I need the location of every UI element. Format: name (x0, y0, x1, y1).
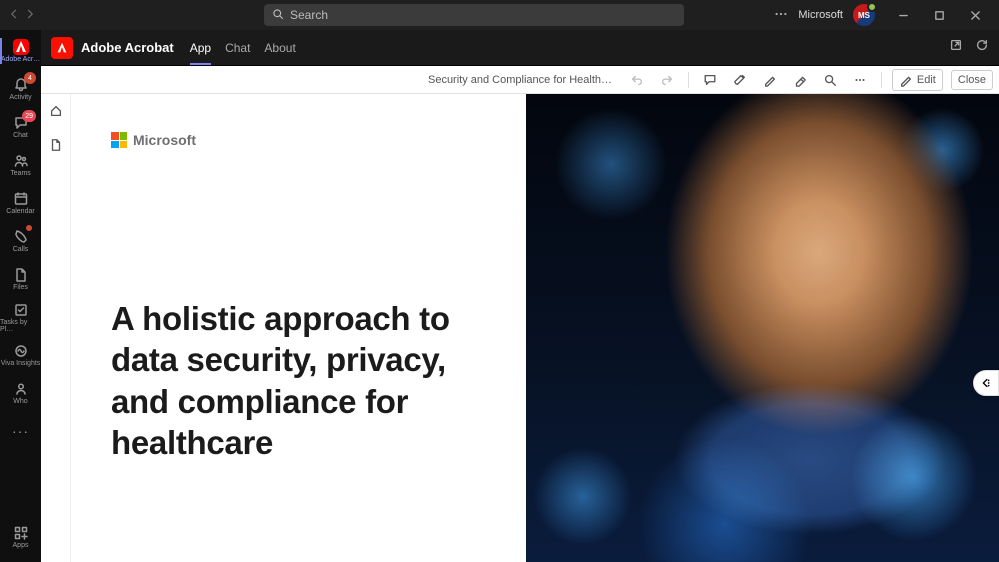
edit-icon (899, 73, 913, 87)
tab-about[interactable]: About (264, 31, 295, 65)
document-title: Security and Compliance for Health… (428, 74, 612, 86)
search-placeholder: Search (290, 8, 328, 22)
separator (688, 72, 689, 88)
org-label: Microsoft (798, 9, 843, 21)
popout-button[interactable] (949, 38, 963, 57)
rail-item-chat[interactable]: 29 Chat (0, 108, 41, 146)
app-brand: Adobe Acrobat (51, 37, 174, 59)
refresh-button[interactable] (975, 38, 989, 57)
window-minimize-button[interactable] (885, 0, 921, 30)
rail-label: Adobe Acr… (1, 56, 40, 63)
window-maximize-button[interactable] (921, 0, 957, 30)
tab-label: App (190, 41, 211, 55)
nav-back-button[interactable] (8, 8, 20, 23)
separator (881, 72, 882, 88)
rail-label: Calls (13, 246, 29, 253)
app-tabs: App Chat About (190, 31, 296, 65)
app-header: Adobe Acrobat App Chat About (41, 30, 999, 66)
document-sidestrip (41, 94, 71, 562)
document-heading: A holistic approach to data security, pr… (111, 298, 486, 463)
microsoft-squares-icon (111, 132, 127, 148)
activity-badge: 4 (24, 72, 36, 84)
rail-item-viva[interactable]: Viva Insights (0, 336, 41, 374)
microsoft-wordmark: Microsoft (133, 132, 196, 148)
nav-forward-button[interactable] (24, 8, 36, 23)
rail-item-tasks[interactable]: Tasks by Pl… (0, 298, 41, 336)
hero-image (526, 94, 999, 562)
rail-label: Apps (13, 542, 29, 549)
document-canvas: Microsoft A holistic approach to data se… (71, 94, 999, 562)
global-search-input[interactable]: Search (264, 4, 684, 26)
app-brand-name: Adobe Acrobat (81, 40, 174, 55)
more-tools-button[interactable] (849, 69, 871, 91)
ellipsis-icon: ··· (12, 423, 29, 439)
find-button[interactable] (819, 69, 841, 91)
tab-chat[interactable]: Chat (225, 31, 250, 65)
search-icon (272, 8, 290, 23)
rail-label: Calendar (6, 208, 34, 215)
thumbnails-button[interactable] (45, 134, 67, 156)
undo-button[interactable] (626, 69, 648, 91)
rail-label: Activity (9, 94, 31, 101)
rail-item-files[interactable]: Files (0, 260, 41, 298)
comment-button[interactable] (699, 69, 721, 91)
erase-button[interactable] (789, 69, 811, 91)
titlebar: Search Microsoft MS (0, 0, 999, 30)
rail-label: Tasks by Pl… (0, 319, 41, 333)
user-avatar[interactable]: MS (853, 4, 875, 26)
rail-label: Files (13, 284, 28, 291)
document-page: Microsoft A holistic approach to data se… (71, 94, 999, 562)
phone-icon (13, 229, 29, 245)
close-button[interactable]: Close (951, 70, 993, 90)
rail-label: Viva Insights (1, 360, 41, 367)
calendar-icon (13, 191, 29, 207)
tasks-icon (13, 302, 29, 318)
highlight-button[interactable] (729, 69, 751, 91)
adobe-icon (13, 39, 29, 55)
redo-button[interactable] (656, 69, 678, 91)
tab-label: Chat (225, 41, 250, 55)
collapse-panel-button[interactable] (973, 370, 999, 396)
edit-button[interactable]: Edit (892, 69, 943, 91)
edit-label: Edit (917, 74, 936, 86)
window-close-button[interactable] (957, 0, 993, 30)
tab-label: About (264, 41, 295, 55)
rail-item-calls[interactable]: Calls (0, 222, 41, 260)
apps-icon (13, 525, 29, 541)
rail-label: Teams (10, 170, 31, 177)
who-icon (13, 381, 29, 397)
files-icon (13, 267, 29, 283)
microsoft-logo: Microsoft (111, 132, 486, 148)
app-rail: Adobe Acr… 4 Activity 29 Chat Teams (0, 30, 41, 562)
chat-badge: 29 (22, 110, 36, 122)
titlebar-more-button[interactable] (774, 7, 788, 24)
calls-indicator-dot (26, 225, 32, 231)
acrobat-logo-icon (51, 37, 73, 59)
avatar-initials: MS (858, 11, 870, 20)
document-toolbar: Security and Compliance for Health… Edit… (41, 66, 999, 94)
tab-app[interactable]: App (190, 31, 211, 65)
teams-icon (13, 153, 29, 169)
viva-icon (13, 343, 29, 359)
rail-label: Chat (13, 132, 28, 139)
presence-indicator (867, 2, 877, 12)
rail-item-who[interactable]: Who (0, 374, 41, 412)
home-button[interactable] (45, 100, 67, 122)
draw-button[interactable] (759, 69, 781, 91)
close-label: Close (958, 74, 986, 86)
rail-apps-button[interactable]: Apps (0, 518, 41, 556)
rail-item-activity[interactable]: 4 Activity (0, 70, 41, 108)
rail-more-button[interactable]: ··· (0, 412, 41, 450)
rail-item-calendar[interactable]: Calendar (0, 184, 41, 222)
rail-item-adobe[interactable]: Adobe Acr… (0, 32, 41, 70)
rail-label: Who (13, 398, 27, 405)
rail-item-teams[interactable]: Teams (0, 146, 41, 184)
